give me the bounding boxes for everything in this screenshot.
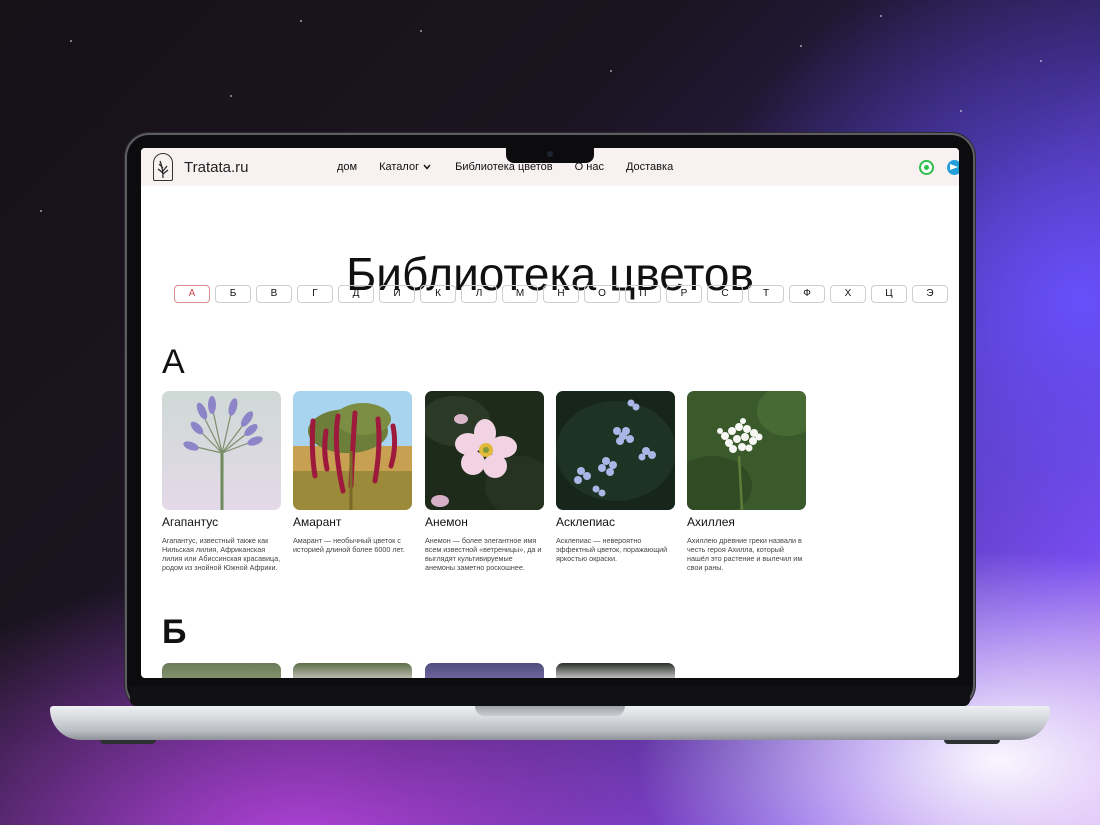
alphabet-filter: А Б В Г Д И К Л М Н О П Р С Т Ф Х Ц Э: [174, 285, 948, 303]
flower-name: Агапантус: [162, 515, 219, 529]
flower-image: [556, 391, 675, 510]
laptop-chin: [130, 686, 970, 706]
letter-filter-button[interactable]: Л: [461, 285, 497, 303]
letter-filter-button[interactable]: Э: [912, 285, 948, 303]
letter-filter-button[interactable]: Р: [666, 285, 702, 303]
section-heading: Б: [162, 613, 187, 651]
flower-name: Анемон: [425, 515, 468, 529]
logo-text[interactable]: Tratata.ru: [184, 159, 248, 176]
letter-filter-button[interactable]: А: [174, 285, 210, 303]
laptop-opening-notch: [475, 706, 625, 716]
laptop-foot: [100, 740, 156, 744]
letter-filter-button[interactable]: О: [584, 285, 620, 303]
letter-filter-button[interactable]: Ц: [871, 285, 907, 303]
flower-card[interactable]: Асклепиас Асклепиас — невероятно эффектн…: [556, 391, 676, 563]
letter-filter-button[interactable]: П: [625, 285, 661, 303]
browser-screen: Tratata.ru дом Каталог Библиотека цветов…: [141, 148, 959, 678]
letter-filter-button[interactable]: Т: [748, 285, 784, 303]
flower-image-partial[interactable]: [425, 663, 544, 678]
nav-link-home[interactable]: дом: [337, 161, 357, 173]
nav-link-catalog-label: Каталог: [379, 161, 420, 173]
letter-filter-button[interactable]: Б: [215, 285, 251, 303]
flower-name: Амарант: [293, 515, 342, 529]
letter-filter-button[interactable]: Г: [297, 285, 333, 303]
flower-card[interactable]: Агапантус Агапантус, известный также как…: [162, 391, 282, 572]
nav-link-delivery[interactable]: Доставка: [626, 161, 673, 173]
flower-card[interactable]: Анемон Анемон — более элегантное имя все…: [425, 391, 545, 572]
flower-image: [293, 391, 412, 510]
whatsapp-icon[interactable]: [919, 160, 934, 175]
flower-image-partial[interactable]: [162, 663, 281, 678]
chevron-down-icon: [423, 164, 431, 170]
flower-description: Ахиллею древние греки назвали в честь ге…: [687, 536, 803, 572]
flower-name: Ахиллея: [687, 515, 735, 529]
section-heading: А: [162, 343, 185, 381]
flower-image: [162, 391, 281, 510]
letter-filter-button[interactable]: Ф: [789, 285, 825, 303]
telegram-icon[interactable]: [947, 160, 959, 175]
nav-link-catalog[interactable]: Каталог: [379, 161, 431, 173]
laptop-foot: [944, 740, 1000, 744]
letter-filter-button[interactable]: В: [256, 285, 292, 303]
letter-filter-button[interactable]: М: [502, 285, 538, 303]
flower-name: Асклепиас: [556, 515, 615, 529]
flower-description: Анемон — более элегантное имя всем извес…: [425, 536, 542, 572]
flower-card[interactable]: Амарант Амарант — необычный цветок с ист…: [293, 391, 413, 554]
logo-icon[interactable]: [153, 153, 173, 181]
letter-filter-button[interactable]: К: [420, 285, 456, 303]
flower-image-partial[interactable]: [556, 663, 675, 678]
letter-filter-button[interactable]: Д: [338, 285, 374, 303]
flower-description: Агапантус, известный также как Нильская …: [162, 536, 281, 572]
letter-filter-button[interactable]: С: [707, 285, 743, 303]
flower-image: [687, 391, 806, 510]
letter-filter-button[interactable]: Х: [830, 285, 866, 303]
flower-image-partial[interactable]: [293, 663, 412, 678]
camera-icon: [547, 151, 553, 157]
letter-filter-button[interactable]: Н: [543, 285, 579, 303]
letter-filter-button[interactable]: И: [379, 285, 415, 303]
flower-image: [425, 391, 544, 510]
flower-card[interactable]: Ахиллея Ахиллею древние греки назвали в …: [687, 391, 807, 572]
flower-description: Асклепиас — невероятно эффектный цветок,…: [556, 536, 668, 563]
flower-description: Амарант — необычный цветок с историей дл…: [293, 536, 405, 554]
